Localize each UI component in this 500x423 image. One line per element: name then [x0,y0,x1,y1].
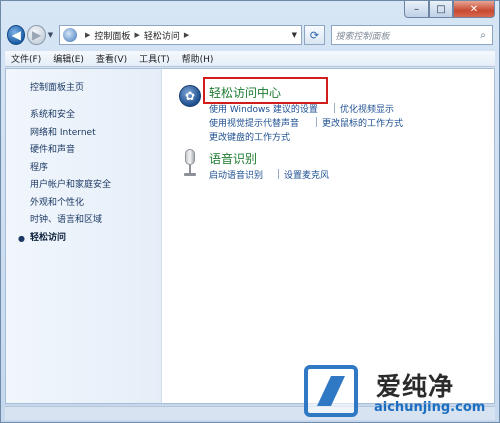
microphone-icon [183,149,197,179]
content-area: 控制面板主页 系统和安全 网络和 Internet 硬件和声音 程序 用户帐户和… [5,68,495,404]
forward-button[interactable]: ▶ [27,25,46,45]
sidebar-item-ease-of-access: ● 轻松访问 [18,230,161,248]
link-optimize-display[interactable]: 优化视频显示 [340,102,394,115]
sidebar: 控制面板主页 系统和安全 网络和 Internet 硬件和声音 程序 用户帐户和… [6,69,162,403]
menu-file[interactable]: 文件(F) [11,52,41,65]
current-page-bullet-icon: ● [18,233,25,243]
sidebar-home-link[interactable]: 控制面板主页 [30,80,161,93]
section-speech-recognition: 语音识别 启动语音识别 设置麦克风 [179,149,479,183]
caption-buttons: – □ ✕ [404,1,495,18]
link-divider [334,103,335,113]
maximize-button[interactable]: □ [429,1,453,18]
watermark-logo-icon [304,365,358,417]
section-title-speech-recognition[interactable]: 语音识别 [209,150,257,167]
chevron-right-icon[interactable]: ▶ [85,31,90,39]
back-button[interactable]: ◀ [7,25,26,45]
watermark: 爱纯净 aichunjing.com [304,365,494,419]
watermark-domain-text: aichunjing.com [374,400,486,415]
breadcrumb-ease-of-access[interactable]: 轻松访问 [144,29,180,42]
menu-bar: 文件(F) 编辑(E) 查看(V) 工具(T) 帮助(H) [5,51,495,67]
sidebar-item-clock-region[interactable]: 时钟、语言和区域 [30,212,161,230]
ease-of-access-icon: ✿ [179,85,201,107]
refresh-button[interactable]: ⟳ [304,25,325,45]
close-button[interactable]: ✕ [453,1,495,18]
sidebar-item-programs[interactable]: 程序 [30,160,161,178]
link-setup-microphone[interactable]: 设置麦克风 [284,168,329,181]
menu-edit[interactable]: 编辑(E) [53,52,84,65]
link-keyboard-settings[interactable]: 更改键盘的工作方式 [209,130,290,143]
search-icon[interactable]: ⌕ [474,30,492,41]
link-mouse-settings[interactable]: 更改鼠标的工作方式 [322,116,403,129]
minimize-button[interactable]: – [404,1,429,18]
chevron-right-icon[interactable]: ▶ [134,31,139,39]
sidebar-item-user-accounts[interactable]: 用户帐户和家庭安全 [30,177,161,195]
link-start-speech-recognition[interactable]: 启动语音识别 [209,168,263,181]
sidebar-item-appearance[interactable]: 外观和个性化 [30,195,161,213]
sidebar-item-system-security[interactable]: 系统和安全 [30,107,161,125]
link-divider [316,117,317,127]
link-visual-cues[interactable]: 使用视觉提示代替声音 [209,116,299,129]
control-panel-icon [63,28,78,42]
highlight-box [203,77,328,104]
menu-tools[interactable]: 工具(T) [139,52,170,65]
control-panel-window: – □ ✕ ◀ ▶ ▼ ▶ 控制面板 ▶ 轻松访问 ▶ ▼ ⟳ 搜索控制面板 ⌕… [0,0,500,423]
sidebar-item-network[interactable]: 网络和 Internet [30,125,161,143]
address-bar[interactable]: ▶ 控制面板 ▶ 轻松访问 ▶ ▼ [59,25,303,45]
link-divider [278,169,279,179]
breadcrumb-control-panel[interactable]: 控制面板 [94,29,130,42]
address-dropdown-icon[interactable]: ▼ [287,31,301,39]
main-panel: ✿ 轻松访问中心 使用 Windows 建议的设置 优化视频显示 使用视觉提示代… [163,69,494,403]
menu-help[interactable]: 帮助(H) [182,52,214,65]
search-input[interactable]: 搜索控制面板 ⌕ [330,25,493,45]
sidebar-item-label: 轻松访问 [30,232,67,243]
recent-pages-dropdown[interactable]: ▼ [48,31,55,39]
navigation-bar: ◀ ▶ ▼ ▶ 控制面板 ▶ 轻松访问 ▶ ▼ ⟳ 搜索控制面板 ⌕ [7,23,493,47]
sidebar-item-hardware-sound[interactable]: 硬件和声音 [30,142,161,160]
search-placeholder: 搜索控制面板 [335,31,390,42]
chevron-right-icon[interactable]: ▶ [184,31,189,39]
watermark-chinese-text: 爱纯净 [376,372,455,401]
menu-view[interactable]: 查看(V) [96,52,127,65]
